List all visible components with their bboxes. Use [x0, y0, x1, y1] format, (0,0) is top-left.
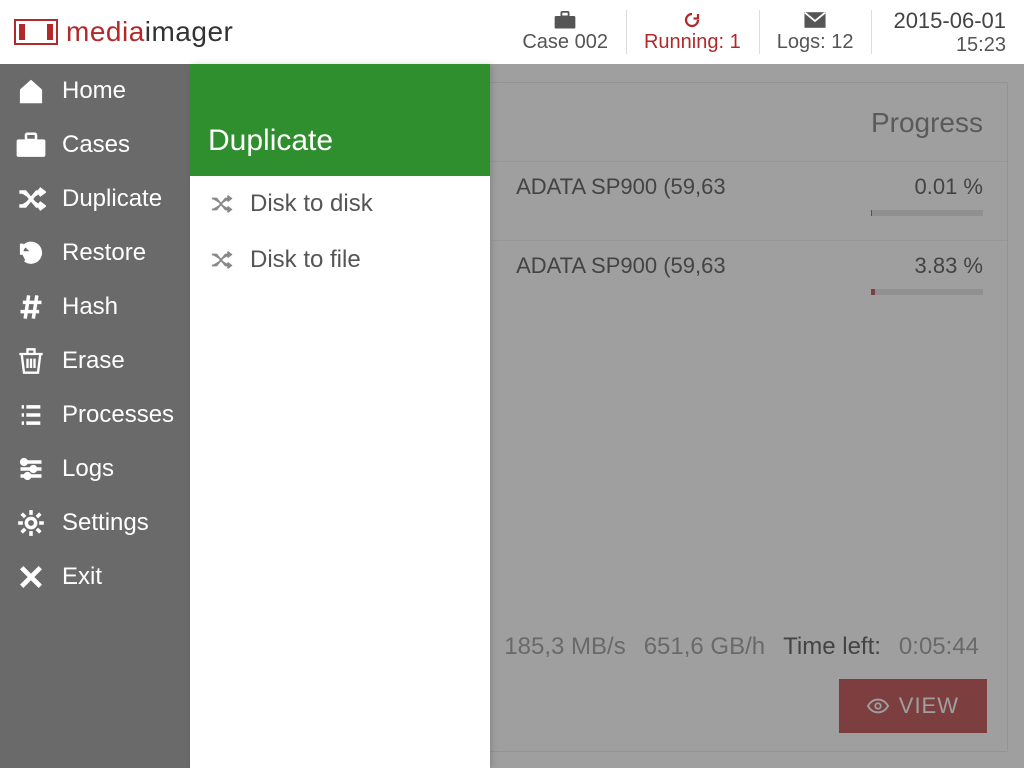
- logo-mark-icon: [14, 19, 58, 45]
- progress-text: 0.01 %: [915, 174, 984, 199]
- gear-icon: [14, 508, 48, 538]
- sidebar-item-label: Restore: [62, 239, 146, 267]
- sidebar-item-cases[interactable]: Cases: [0, 118, 190, 172]
- sidebar-item-restore[interactable]: Restore: [0, 226, 190, 280]
- close-icon: [14, 562, 48, 592]
- status-case-label: Case 002: [522, 31, 608, 54]
- sidebar-item-label: Home: [62, 77, 126, 105]
- cell-progress: 0.01 %: [811, 162, 1007, 241]
- timeleft-label: Time left:: [783, 633, 881, 661]
- speed-mbs: 185,3 MB/s: [504, 633, 625, 661]
- cell-target: ADATA SP900 (59,63: [498, 241, 811, 320]
- logo-text: mediaimager: [66, 16, 233, 48]
- progress-bar: [871, 289, 983, 295]
- status-running-label: Running: 1: [644, 31, 741, 54]
- sidebar-item-label: Erase: [62, 347, 125, 375]
- logo-text-a: media: [66, 16, 145, 47]
- sidebar-item-label: Hash: [62, 293, 118, 321]
- flyout-item-label: Disk to disk: [250, 190, 373, 218]
- status-group: Case 002 Running: 1 Logs: 12 2015-06-01 …: [504, 0, 1024, 64]
- topbar: mediaimager Case 002 Running: 1 Logs: 12…: [0, 0, 1024, 64]
- col-target: [498, 83, 811, 162]
- cell-progress: 3.83 %: [811, 241, 1007, 320]
- sidebar-item-settings[interactable]: Settings: [0, 496, 190, 550]
- progress-bar: [871, 210, 983, 216]
- col-progress: Progress: [811, 83, 1007, 162]
- status-datetime: 2015-06-01 15:23: [871, 0, 1024, 64]
- eye-icon: [867, 697, 889, 715]
- progress-text: 3.83 %: [915, 253, 984, 278]
- view-button[interactable]: VIEW: [839, 679, 987, 733]
- home-icon: [14, 76, 48, 106]
- sidebar-item-duplicate[interactable]: Duplicate: [0, 172, 190, 226]
- status-logs-label: Logs: 12: [777, 31, 854, 54]
- sidebar-item-label: Exit: [62, 563, 102, 591]
- status-running[interactable]: Running: 1: [626, 0, 759, 64]
- status-logs[interactable]: Logs: 12: [759, 0, 872, 64]
- shuffle-icon: [14, 184, 48, 214]
- hash-icon: [14, 292, 48, 322]
- flyout-item-disk-to-file[interactable]: Disk to file: [190, 232, 490, 288]
- sidebar: Home Cases Duplicate Restore Hash Erase …: [0, 64, 190, 768]
- cell-target: ADATA SP900 (59,63: [498, 162, 811, 241]
- refresh-icon: [681, 11, 703, 29]
- duplicate-flyout: Duplicate Disk to disk Disk to file: [190, 64, 490, 768]
- sliders-icon: [14, 454, 48, 484]
- flyout-item-disk-to-disk[interactable]: Disk to disk: [190, 176, 490, 232]
- sidebar-item-hash[interactable]: Hash: [0, 280, 190, 334]
- trash-icon: [14, 346, 48, 376]
- speed-gbh: 651,6 GB/h: [644, 633, 765, 661]
- flyout-item-label: Disk to file: [250, 246, 361, 274]
- sidebar-item-label: Logs: [62, 455, 114, 483]
- flyout-title: Duplicate: [190, 64, 490, 176]
- status-time: 15:23: [956, 34, 1006, 57]
- app-logo: mediaimager: [0, 0, 233, 64]
- workspace: Description Progress (Source 1) SAS ATA …: [0, 64, 1024, 768]
- briefcase-icon: [14, 130, 48, 160]
- timeleft-value: 0:05:44: [899, 633, 979, 661]
- sidebar-item-exit[interactable]: Exit: [0, 550, 190, 604]
- undo-icon: [14, 238, 48, 268]
- shuffle-icon: [208, 249, 234, 271]
- sidebar-item-label: Processes: [62, 401, 174, 429]
- briefcase-icon: [554, 11, 576, 29]
- status-date: 2015-06-01: [893, 8, 1006, 34]
- list-icon: [14, 400, 48, 430]
- mail-icon: [804, 11, 826, 29]
- sidebar-item-label: Duplicate: [62, 185, 162, 213]
- sidebar-item-processes[interactable]: Processes: [0, 388, 190, 442]
- view-button-label: VIEW: [899, 693, 959, 719]
- status-case[interactable]: Case 002: [504, 0, 626, 64]
- sidebar-item-label: Settings: [62, 509, 149, 537]
- sidebar-item-logs[interactable]: Logs: [0, 442, 190, 496]
- sidebar-item-label: Cases: [62, 131, 130, 159]
- logo-text-b: imager: [145, 16, 234, 47]
- sidebar-item-home[interactable]: Home: [0, 64, 190, 118]
- sidebar-item-erase[interactable]: Erase: [0, 334, 190, 388]
- shuffle-icon: [208, 193, 234, 215]
